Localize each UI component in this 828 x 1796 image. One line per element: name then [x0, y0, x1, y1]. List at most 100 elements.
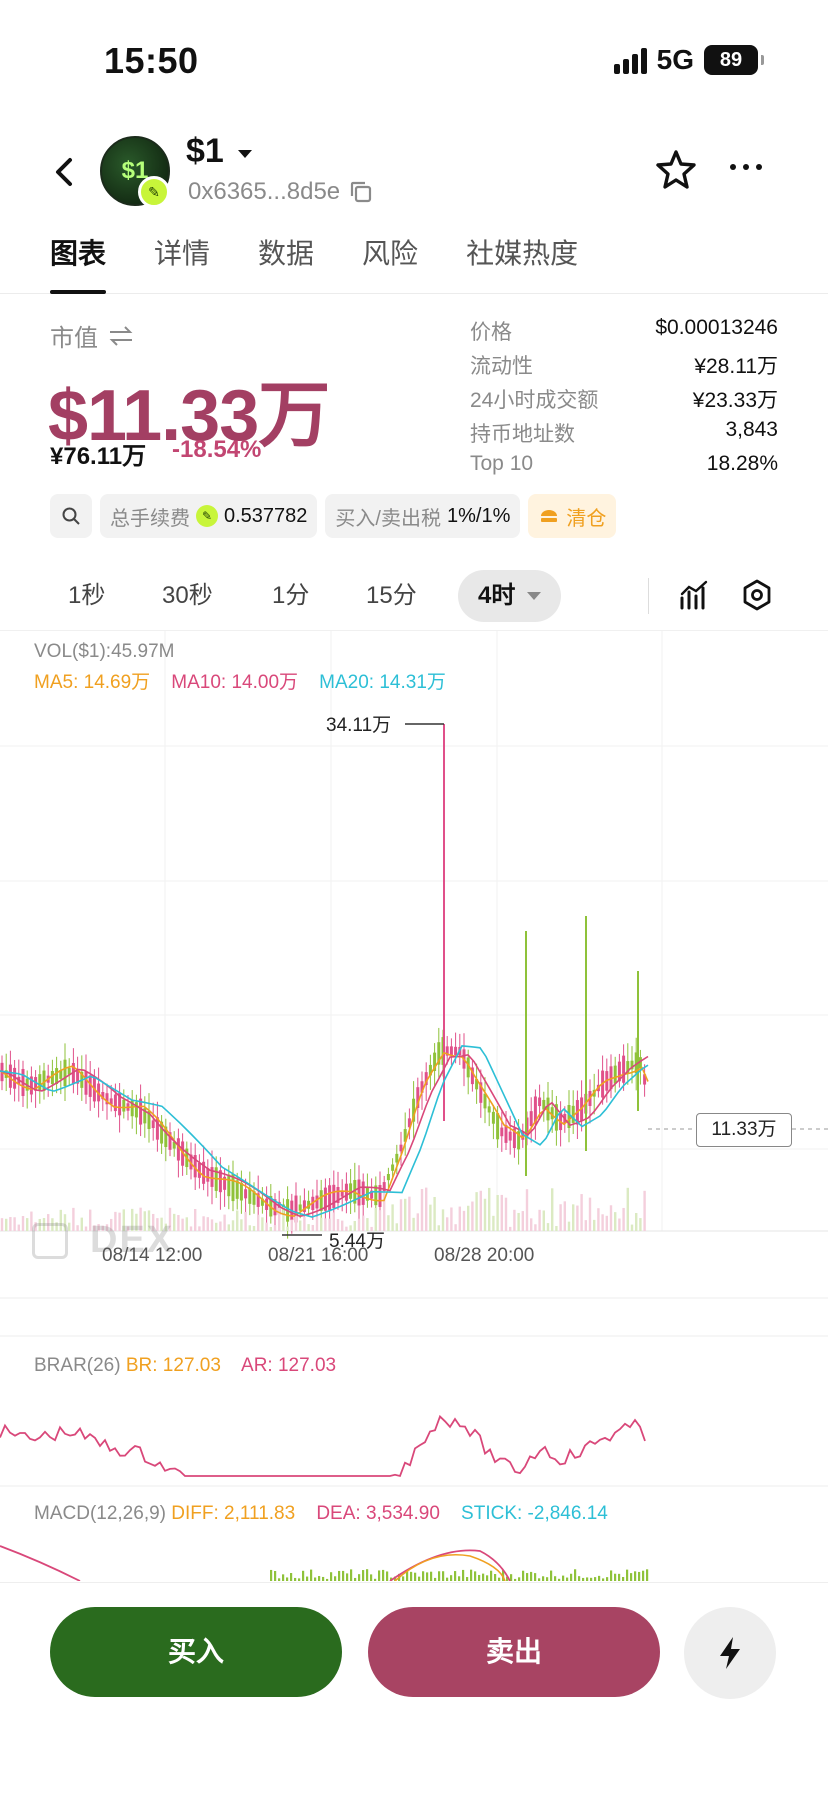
candle — [113, 1094, 117, 1112]
token-name: $1 — [186, 132, 224, 170]
price-chart[interactable]: VOL($1):45.97M MA5: 14.69万 MA10: 14.00万 … — [0, 630, 828, 1581]
stat-value: $0.00013246 — [655, 316, 778, 339]
ma10-legend: MA10: 14.00万 — [171, 672, 299, 693]
macd-bar — [602, 1578, 605, 1581]
volume-bar — [555, 1226, 558, 1231]
tab-details[interactable]: 详情 — [154, 228, 210, 294]
status-time: 15:50 — [104, 40, 199, 81]
macd-bar — [534, 1573, 537, 1581]
volume-bar — [559, 1204, 562, 1231]
timeframe-1s[interactable]: 1秒 — [68, 570, 105, 622]
volume-bar — [244, 1211, 247, 1231]
volume-bar — [198, 1226, 201, 1231]
candle — [491, 1111, 495, 1124]
macd-bar — [626, 1569, 629, 1581]
copy-icon[interactable] — [348, 179, 374, 205]
macd-bar — [478, 1574, 481, 1581]
timeframe-15m[interactable]: 15分 — [366, 570, 417, 622]
macd-bar — [458, 1576, 461, 1581]
quick-trade-button[interactable] — [684, 1607, 776, 1699]
macd-bar — [342, 1570, 345, 1581]
gas-icon: ✎ — [196, 505, 218, 527]
candle — [613, 1065, 617, 1084]
x-axis-label: 08/28 20:00 — [434, 1245, 535, 1266]
timeframe-30s[interactable]: 30秒 — [162, 570, 213, 622]
settings-icon[interactable] — [740, 578, 774, 612]
macd-bar — [426, 1572, 429, 1581]
sell-button[interactable]: 卖出 — [368, 1607, 660, 1697]
candle — [227, 1174, 231, 1197]
volume-bar — [504, 1197, 508, 1231]
macd-bar — [490, 1570, 493, 1581]
timeframe-1m[interactable]: 1分 — [272, 570, 309, 622]
volume-bar — [269, 1226, 272, 1231]
volume-bar — [278, 1207, 281, 1231]
macd-bar — [450, 1575, 453, 1581]
macd-bar — [346, 1573, 349, 1581]
macd-bar — [522, 1570, 525, 1581]
macd-bar — [438, 1571, 441, 1581]
tab-risk[interactable]: 风险 — [362, 228, 418, 294]
candle — [386, 1174, 390, 1181]
candle — [328, 1185, 332, 1211]
token-address[interactable]: 0x6365...8d5e — [188, 178, 374, 206]
volume-bar — [420, 1189, 424, 1231]
macd-bar — [498, 1577, 501, 1581]
macd-bar — [514, 1578, 517, 1581]
gas-fee-chip[interactable]: 总手续费 ✎ 0.537782 — [100, 494, 318, 538]
macd-bar — [546, 1577, 549, 1581]
brar-legend: BRAR(26) BR: 127.03 AR: 127.03 — [34, 1355, 336, 1377]
volume-bar — [13, 1217, 16, 1231]
back-icon[interactable] — [50, 152, 80, 192]
candle — [538, 1097, 542, 1107]
volume-bar — [609, 1205, 613, 1231]
stat-value: ¥23.33万 — [692, 389, 778, 412]
volume-bar — [236, 1210, 239, 1231]
stat-label: 流动性 — [470, 355, 533, 378]
volume-bar — [227, 1224, 230, 1231]
token-selector[interactable]: $1 — [186, 132, 252, 171]
macd-bar — [538, 1578, 541, 1581]
volume-bar — [614, 1212, 617, 1231]
macd-bar — [354, 1577, 357, 1581]
volume-bar — [391, 1204, 394, 1231]
macd-bar — [554, 1576, 557, 1581]
market-cap-label[interactable]: 市值 — [50, 318, 134, 353]
tab-chart[interactable]: 图表 — [50, 228, 107, 294]
candle — [63, 1059, 67, 1087]
volume-bar — [618, 1218, 621, 1231]
volume-bar — [441, 1209, 445, 1231]
macd-bar — [482, 1573, 485, 1581]
timeframe-4h[interactable]: 4时 — [458, 570, 562, 622]
favorite-star-icon[interactable] — [654, 148, 698, 192]
clear-position-chip[interactable]: 清仓 — [528, 494, 617, 538]
volume-bar — [248, 1225, 251, 1231]
macd-bar — [578, 1576, 581, 1581]
volume-bar — [412, 1217, 415, 1231]
tax-chip[interactable]: 买入/卖出税 1%/1% — [325, 494, 521, 538]
buy-button[interactable]: 买入 — [50, 1607, 342, 1697]
macd-bar — [322, 1576, 325, 1581]
search-button[interactable] — [50, 494, 92, 538]
macd-bar — [430, 1571, 433, 1581]
tab-data[interactable]: 数据 — [258, 228, 314, 294]
candlestick-chart[interactable] — [0, 631, 828, 1581]
stat-row: 价格 $0.00013246 — [470, 316, 778, 350]
more-options-icon[interactable] — [730, 164, 762, 170]
volume-bar — [530, 1218, 533, 1231]
volume-bar — [395, 1223, 398, 1231]
volume-bar — [425, 1187, 428, 1231]
volume-bar — [496, 1195, 499, 1231]
indicator-icon[interactable] — [678, 578, 712, 612]
macd-bar — [442, 1571, 445, 1581]
candle — [487, 1106, 491, 1113]
volume-bar — [404, 1198, 407, 1231]
macd-bar — [326, 1578, 329, 1581]
volume-bar — [462, 1210, 466, 1231]
macd-bar — [434, 1577, 437, 1581]
token-header: $1 ✎ $1 0x6365...8d5e — [0, 128, 828, 218]
macd-bar — [382, 1569, 385, 1581]
macd-bar — [362, 1570, 365, 1581]
tab-social[interactable]: 社媒热度 — [466, 228, 578, 294]
swap-icon[interactable] — [108, 325, 134, 347]
